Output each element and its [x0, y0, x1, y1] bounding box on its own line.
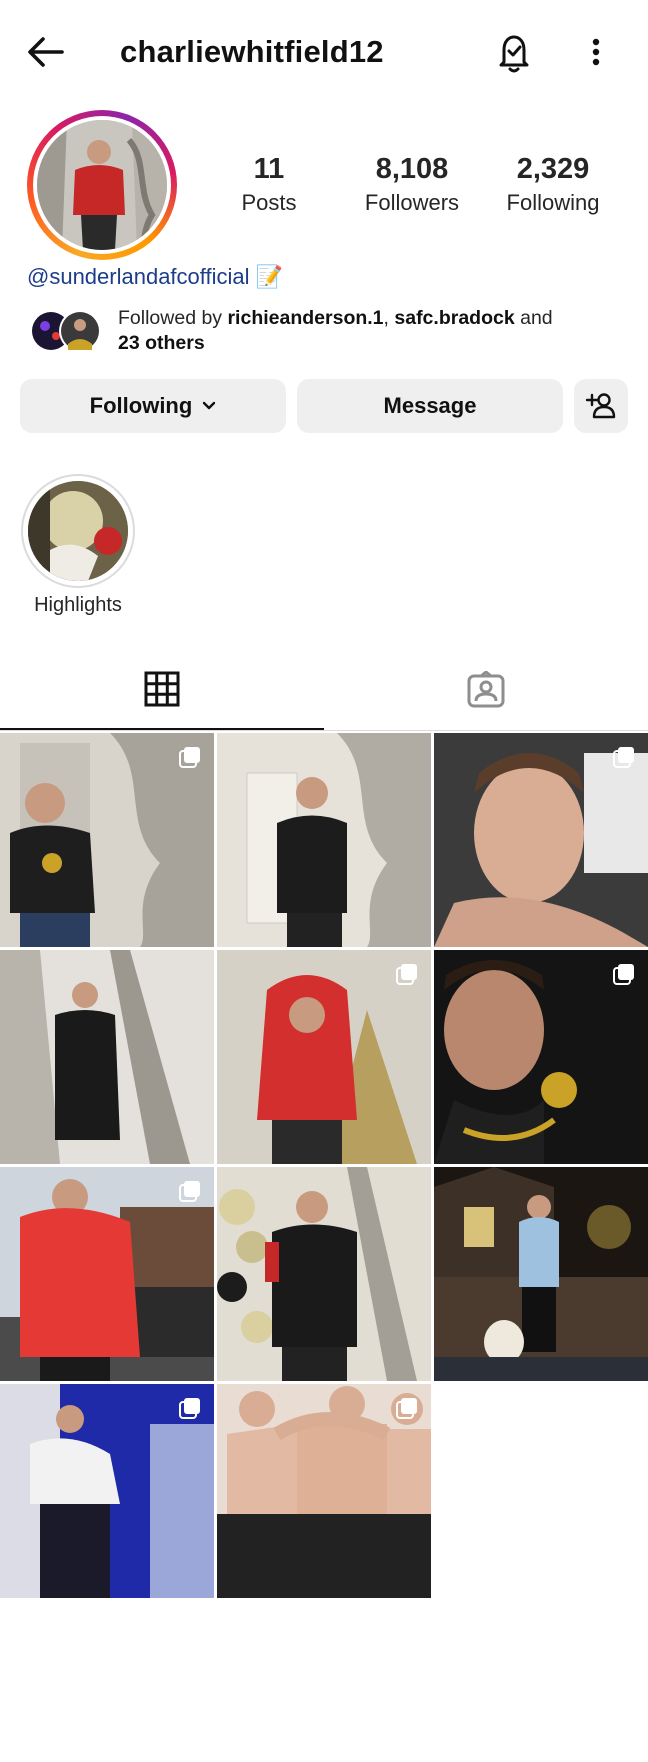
message-button-label: Message — [383, 393, 477, 418]
multiple-photos-icon — [395, 962, 419, 986]
posts-count[interactable]: 11 Posts — [199, 150, 339, 218]
more-options-icon[interactable] — [578, 26, 614, 78]
following-button-label: Following — [89, 393, 193, 418]
mutual-follower-2[interactable]: safc.bradock — [394, 307, 514, 329]
top-app-bar: charliewhitfield12 — [0, 0, 648, 100]
post-thumbnail[interactable] — [0, 950, 214, 1164]
followed-by-separator: , — [383, 307, 395, 329]
following-button[interactable]: Following — [20, 379, 286, 433]
following-count-label: Following — [506, 190, 600, 215]
back-arrow-icon[interactable] — [22, 28, 70, 76]
grid-icon — [144, 671, 180, 707]
following-count-value: 2,329 — [516, 153, 590, 185]
followers-count[interactable]: 8,108 Followers — [342, 150, 482, 218]
profile-picture-story-ring[interactable] — [27, 110, 177, 260]
post-thumbnail[interactable] — [217, 1167, 431, 1381]
bio-mention-link[interactable]: @sunderlandafcofficial 📝 — [27, 262, 283, 292]
followed-by-and: and — [514, 307, 553, 329]
post-thumbnail[interactable] — [434, 733, 648, 947]
multiple-photos-icon — [178, 745, 202, 769]
following-count[interactable]: 2,329 Following — [483, 150, 623, 218]
profile-picture — [37, 120, 167, 250]
mutual-followers-avatars[interactable] — [28, 308, 108, 354]
multiple-photos-icon — [612, 962, 636, 986]
tab-posts[interactable] — [0, 650, 324, 730]
post-thumbnail[interactable] — [217, 1384, 431, 1598]
followers-count-value: 8,108 — [375, 153, 449, 185]
post-thumbnail[interactable] — [217, 950, 431, 1164]
posts-count-value: 11 — [253, 153, 285, 185]
post-thumbnail[interactable] — [434, 1167, 648, 1381]
notification-bell-icon[interactable] — [490, 26, 538, 78]
followers-count-label: Followers — [364, 190, 460, 215]
followed-by-prefix: Followed by — [118, 307, 228, 329]
highlight-label: Highlights — [34, 594, 122, 616]
post-thumbnail[interactable] — [0, 1384, 214, 1598]
post-thumbnail[interactable] — [434, 950, 648, 1164]
mutual-follower-1[interactable]: richieanderson.1 — [227, 307, 383, 329]
posts-count-label: Posts — [241, 190, 297, 215]
chevron-down-icon — [202, 401, 216, 411]
highlight-cover-image — [28, 481, 128, 581]
multiple-photos-icon — [178, 1396, 202, 1420]
post-thumbnail[interactable] — [217, 733, 431, 947]
post-thumbnail[interactable] — [0, 1167, 214, 1381]
post-thumbnail[interactable] — [0, 733, 214, 947]
highlight-item[interactable] — [21, 474, 135, 588]
multiple-photos-icon — [178, 1179, 202, 1203]
multiple-photos-icon — [612, 745, 636, 769]
multiple-photos-icon — [395, 1396, 419, 1420]
message-button[interactable]: Message — [297, 379, 563, 433]
memo-emoji: 📝 — [255, 264, 284, 289]
followed-by-text[interactable]: Followed by richieanderson.1, safc.brado… — [118, 306, 618, 356]
add-user-icon — [585, 391, 617, 421]
suggested-users-button[interactable] — [574, 379, 628, 433]
tagged-person-icon — [466, 671, 506, 709]
profile-username: charliewhitfield12 — [120, 34, 384, 69]
mutual-followers-others[interactable]: 23 others — [118, 332, 205, 354]
tab-tagged[interactable] — [324, 650, 648, 730]
bio-mention-text[interactable]: @sunderlandafcofficial — [27, 264, 250, 289]
